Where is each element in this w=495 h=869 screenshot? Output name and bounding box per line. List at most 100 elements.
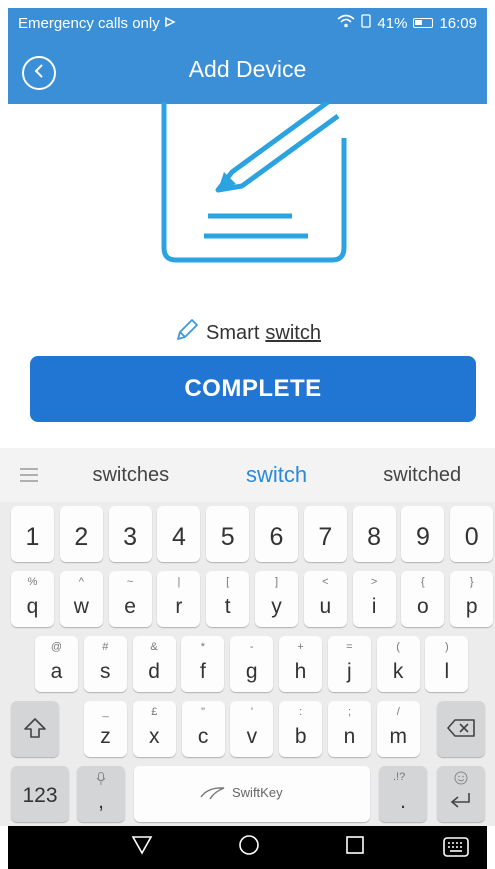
- key-f[interactable]: * f: [181, 636, 225, 692]
- key-label: x: [149, 725, 160, 748]
- key-n[interactable]: ; n: [328, 701, 371, 757]
- key-b[interactable]: :b: [279, 701, 323, 757]
- shift-icon: [23, 716, 47, 745]
- key-h[interactable]: + h: [279, 636, 322, 692]
- key-2[interactable]: 2: [59, 506, 103, 562]
- key-l[interactable]: ) l: [425, 636, 469, 692]
- key-alt-symbol: ^: [78, 576, 84, 588]
- shift-key[interactable]: [11, 701, 59, 757]
- key-k[interactable]: (k: [376, 636, 420, 692]
- suggestion-right[interactable]: switched: [349, 464, 495, 487]
- key-label: p: [465, 595, 478, 618]
- key-label: g: [245, 660, 258, 683]
- key-1[interactable]: 1: [11, 506, 54, 562]
- enter-key[interactable]: [437, 766, 485, 822]
- key-label: a: [50, 660, 63, 683]
- key-label: q: [26, 595, 39, 618]
- key-p[interactable]: } p: [450, 571, 494, 627]
- key-0[interactable]: 0: [450, 506, 494, 562]
- key-alt-symbol: ~: [126, 576, 134, 588]
- clock-time: 16:09: [439, 14, 477, 32]
- hamburger-menu-icon[interactable]: [0, 468, 58, 482]
- key-label: m: [389, 725, 408, 748]
- key-y[interactable]: ] y: [255, 571, 298, 627]
- space-key[interactable]: SwiftKey: [134, 766, 370, 822]
- device-name-row[interactable]: Smart switch: [8, 317, 487, 349]
- key-alt-symbol: #: [102, 641, 109, 653]
- sim-icon: [361, 14, 372, 32]
- key-label: c: [197, 725, 209, 748]
- key-label: l: [444, 660, 450, 683]
- suggestion-left[interactable]: switches: [58, 464, 204, 487]
- key-8[interactable]: 8: [352, 506, 396, 562]
- microphone-icon: [96, 772, 106, 791]
- back-triangle-icon[interactable]: [131, 835, 153, 860]
- key-u[interactable]: < u: [303, 571, 347, 627]
- enter-icon: [449, 792, 473, 815]
- android-nav-bar: [8, 826, 487, 869]
- key-label: j: [346, 660, 352, 683]
- key-alt-symbol: ": [201, 706, 206, 718]
- key-label: 8: [367, 523, 382, 551]
- key-c[interactable]: " c: [181, 701, 225, 757]
- key-s[interactable]: # s: [83, 636, 127, 692]
- key-a[interactable]: @ a: [35, 636, 78, 692]
- key-label: 6: [269, 523, 284, 551]
- key-label: 5: [220, 523, 235, 551]
- swiftkey-brand: SwiftKey: [232, 785, 283, 800]
- page-title: Add Device: [188, 56, 307, 82]
- backspace-icon: [446, 718, 476, 743]
- key-w[interactable]: ^ w: [59, 571, 103, 627]
- key-v[interactable]: ' v: [230, 701, 274, 757]
- device-name-prefix: Smart: [206, 321, 260, 344]
- key-alt-symbol: ': [250, 706, 253, 718]
- suggestion-center[interactable]: switch: [204, 462, 350, 488]
- key-label: b: [294, 725, 307, 748]
- comma-key[interactable]: ,: [77, 766, 125, 822]
- key-alt-symbol: |: [177, 576, 181, 588]
- key-o[interactable]: {o: [401, 571, 445, 627]
- key-alt-symbol: %: [27, 576, 38, 588]
- key-label: n: [343, 725, 356, 748]
- key-alt-symbol: ]: [274, 576, 279, 588]
- key-m[interactable]: / m: [376, 701, 420, 757]
- key-label: 9: [415, 523, 430, 551]
- key-label: k: [392, 660, 404, 683]
- key-label: s: [100, 660, 111, 683]
- complete-button[interactable]: COMPLETE: [30, 356, 476, 422]
- backspace-key[interactable]: [437, 701, 485, 757]
- key-label: 7: [318, 523, 333, 551]
- key-alt-symbol: ): [445, 641, 449, 653]
- symbols-key[interactable]: 123: [11, 766, 69, 822]
- recents-square-icon[interactable]: [345, 835, 365, 860]
- suggestion-bar: switches switch switched: [0, 448, 495, 502]
- key-i[interactable]: > i: [352, 571, 396, 627]
- battery-icon: [413, 18, 434, 28]
- key-t[interactable]: [t: [206, 571, 250, 627]
- key-alt-symbol: +: [297, 641, 304, 653]
- home-circle-icon[interactable]: [238, 834, 260, 861]
- status-bar: Emergency calls only 41% 16:09: [8, 8, 487, 38]
- key-4[interactable]: 4: [157, 506, 201, 562]
- period-key[interactable]: .!? .: [379, 766, 427, 822]
- key-e[interactable]: ~ e: [108, 571, 152, 627]
- pencil-icon[interactable]: [174, 317, 200, 349]
- key-z[interactable]: _ z: [84, 701, 127, 757]
- key-alt-symbol: _: [102, 706, 109, 718]
- key-7[interactable]: 7: [303, 506, 347, 562]
- document-edit-illustration: [161, 102, 347, 263]
- key-r[interactable]: | r: [157, 571, 201, 627]
- key-5[interactable]: 5: [206, 506, 250, 562]
- keyboard-switch-icon[interactable]: [443, 837, 469, 862]
- key-x[interactable]: £ x: [132, 701, 176, 757]
- key-label: y: [271, 595, 282, 618]
- key-q[interactable]: % q: [11, 571, 54, 627]
- key-g[interactable]: -g: [230, 636, 274, 692]
- key-d[interactable]: & d: [132, 636, 176, 692]
- key-j[interactable]: = j: [327, 636, 371, 692]
- key-label: 1: [25, 523, 40, 551]
- key-9[interactable]: 9: [401, 506, 445, 562]
- key-6[interactable]: 6: [255, 506, 298, 562]
- key-3[interactable]: 3: [108, 506, 152, 562]
- key-alt-symbol: (: [396, 641, 400, 653]
